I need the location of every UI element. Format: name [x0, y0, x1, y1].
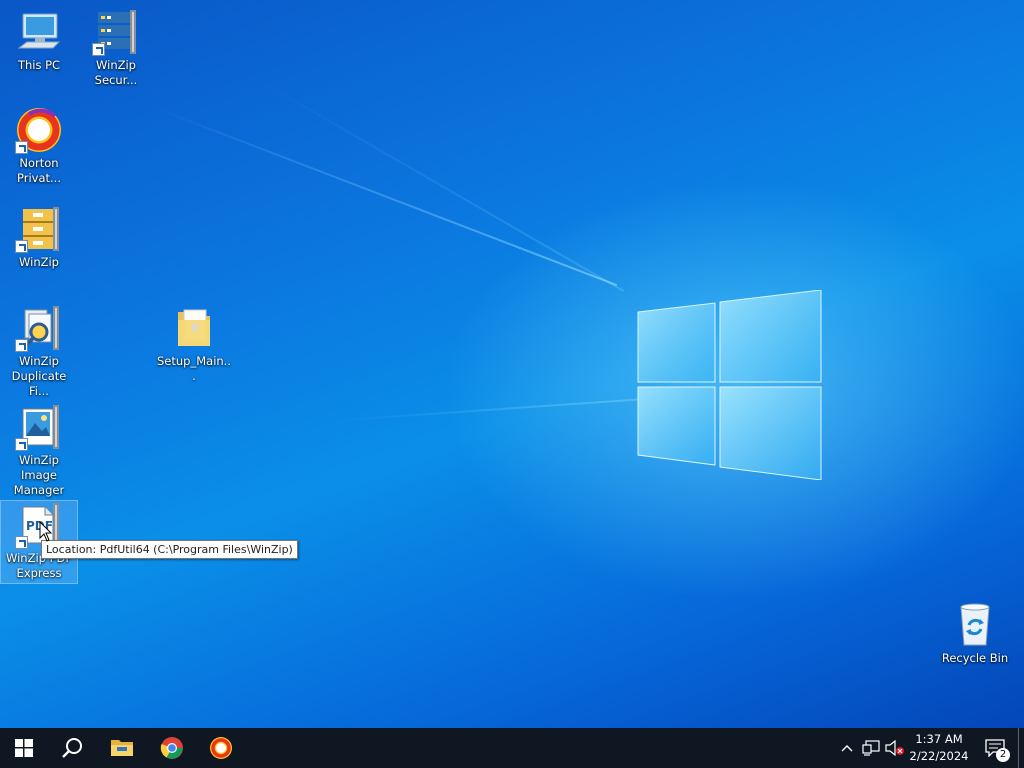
- winzip-duplicate-finder-icon: [15, 304, 63, 352]
- desktop-icon-norton-private-browser[interactable]: Norton Privat...: [1, 106, 77, 186]
- wallpaper-beam: [259, 80, 625, 292]
- action-center-button[interactable]: 2: [978, 728, 1012, 768]
- chrome-icon: [160, 737, 183, 759]
- show-hidden-icons-button[interactable]: [837, 728, 857, 768]
- desktop-icon-winzip[interactable]: WinZip: [1, 205, 77, 270]
- winzip-icon: [15, 205, 63, 253]
- desktop-icon-winzip-secure[interactable]: WinZip Secur...: [78, 8, 154, 88]
- winzip-secure-backup-icon: [92, 8, 140, 56]
- file-explorer-button[interactable]: [98, 728, 146, 768]
- shortcut-arrow-icon: [92, 43, 105, 56]
- search-icon: [62, 738, 82, 758]
- taskbar: 1:37 AM 2/22/2024 2: [0, 728, 1024, 768]
- clock[interactable]: 1:37 AM 2/22/2024: [904, 731, 974, 765]
- volume-button[interactable]: [884, 728, 906, 768]
- desktop-icon-setup-main[interactable]: Setup_Main...: [156, 304, 232, 384]
- shortcut-arrow-icon: [15, 438, 28, 451]
- desktop[interactable]: This PC WinZip Secur... Norton Privat...…: [0, 0, 1024, 728]
- this-pc-icon: [15, 8, 63, 56]
- search-button[interactable]: [48, 728, 96, 768]
- network-button[interactable]: [860, 728, 882, 768]
- network-icon: [862, 740, 880, 756]
- chevron-up-icon: [841, 745, 853, 752]
- shortcut-arrow-icon: [15, 141, 28, 154]
- windows-icon: [15, 739, 33, 757]
- desktop-icon-winzip-duplicate-finder[interactable]: WinZip Duplicate Fi...: [1, 304, 77, 399]
- show-desktop-button[interactable]: [1018, 728, 1024, 768]
- clock-date: 2/22/2024: [909, 749, 969, 763]
- clock-time: 1:37 AM: [915, 732, 963, 746]
- desktop-icon-winzip-image-manager[interactable]: WinZip Image Manager: [1, 403, 77, 498]
- shortcut-arrow-icon: [15, 536, 28, 549]
- norton-private-browser-icon: [15, 106, 63, 154]
- mouse-cursor-icon: [39, 521, 53, 542]
- wallpaper-beam: [329, 398, 640, 422]
- notification-count-badge: 2: [996, 748, 1010, 762]
- shortcut-arrow-icon: [15, 339, 28, 352]
- location-tooltip: Location: PdfUtil64 (C:\Program Files\Wi…: [41, 540, 298, 559]
- file-explorer-icon: [111, 740, 133, 756]
- chrome-button[interactable]: [148, 728, 196, 768]
- wallpaper-beam: [149, 105, 618, 287]
- desktop-icon-recycle-bin[interactable]: Recycle Bin: [937, 601, 1013, 666]
- norton-icon: [210, 737, 232, 759]
- winzip-image-manager-icon: [15, 403, 63, 451]
- shortcut-arrow-icon: [15, 240, 28, 253]
- folder-icon: [170, 304, 218, 352]
- recycle-bin-icon: [951, 601, 999, 649]
- norton-browser-button[interactable]: [197, 728, 245, 768]
- start-button[interactable]: [0, 728, 48, 768]
- volume-muted-icon: [885, 740, 904, 756]
- wallpaper-windows-logo: [637, 290, 822, 480]
- desktop-icon-this-pc[interactable]: This PC: [1, 8, 77, 73]
